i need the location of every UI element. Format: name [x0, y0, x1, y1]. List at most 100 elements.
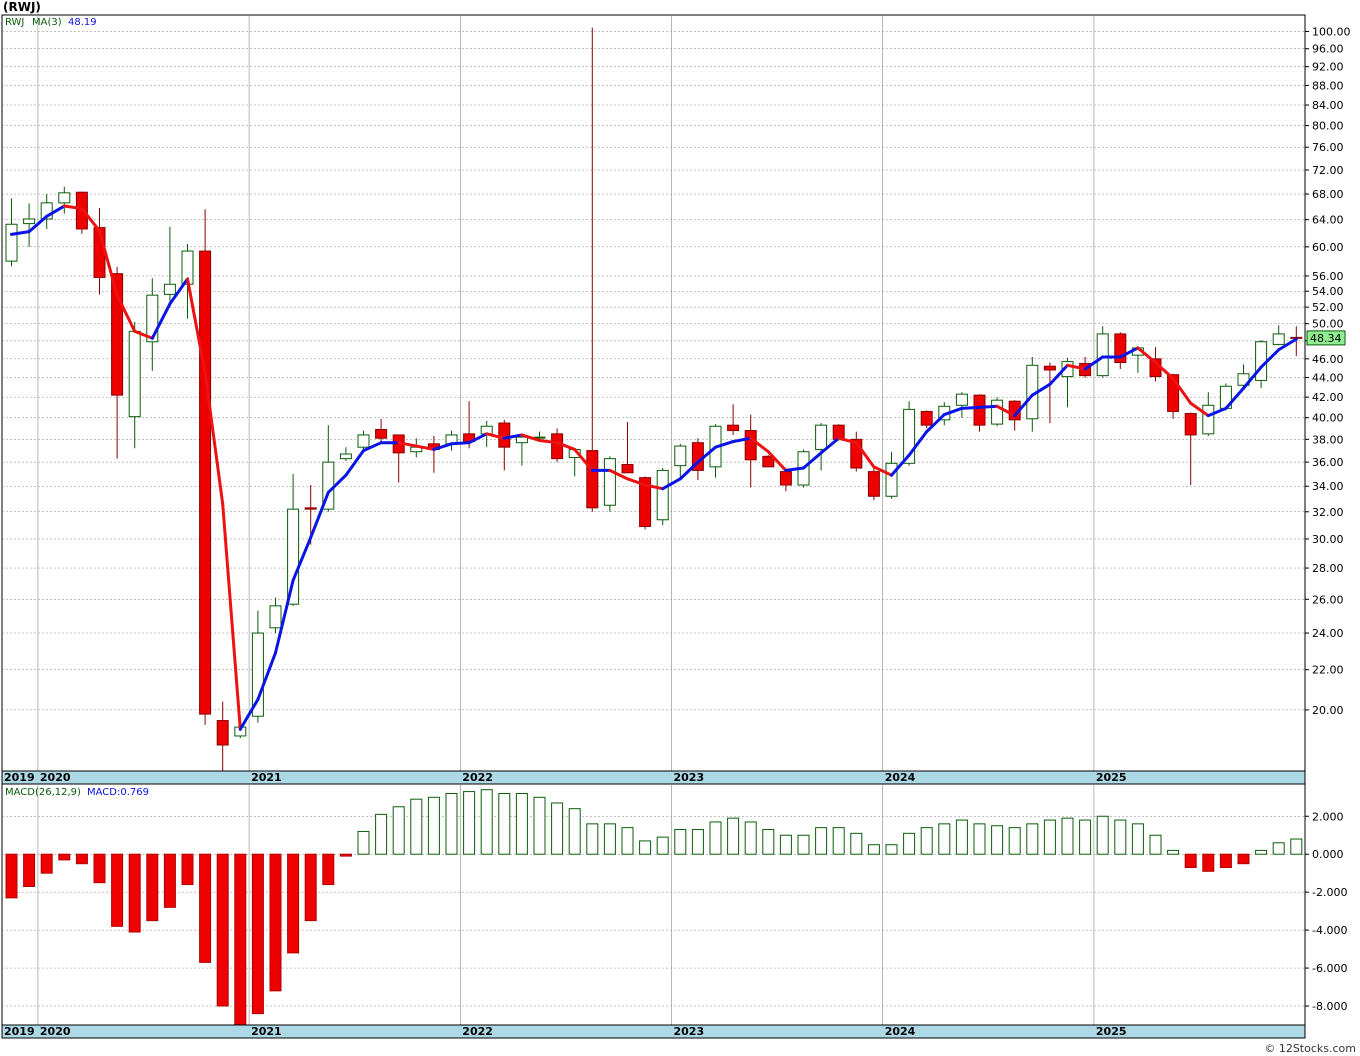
candle-body — [5, 223, 18, 262]
price-panel-border — [1, 14, 1306, 772]
candle-body — [357, 434, 370, 448]
x-tick-label: 2020 — [40, 771, 71, 784]
price-tick-label: 72.00 — [1312, 164, 1344, 177]
candle-body — [885, 462, 898, 497]
candle-body — [867, 471, 880, 497]
macd-legend-label: MACD(26,12,9) — [5, 787, 81, 798]
x-tick-label: 2020 — [40, 1025, 71, 1038]
macd-tick-label: 2.000 — [1312, 810, 1344, 823]
macd-bar — [1237, 853, 1250, 865]
macd-panel: 2.000 0.000 -2.000 -4.000 -6.000 -8.000 MACD(… — [1, 783, 1347, 1026]
macd-bar — [1272, 842, 1285, 855]
price-tick-label: 44.00 — [1312, 372, 1344, 385]
price-tick-label: 96.00 — [1312, 43, 1344, 56]
candle-body — [955, 393, 968, 406]
macd-bar — [339, 853, 352, 857]
macd-bar — [287, 853, 300, 954]
candle-body — [199, 250, 212, 715]
macd-bar — [392, 806, 405, 855]
macd-bar — [1167, 849, 1180, 855]
price-y-axis: 100.00 96.00 92.00 88.00 84.00 80.00 76.00 72.0… — [1305, 26, 1351, 717]
macd-bar — [498, 792, 511, 855]
candle-body — [815, 424, 828, 450]
candle-body — [973, 394, 986, 426]
macd-bar — [797, 834, 810, 855]
macd-bar — [850, 832, 863, 855]
price-tick-label: 42.00 — [1312, 391, 1344, 404]
candle-body — [515, 436, 528, 444]
price-tick-label: 100.00 — [1312, 26, 1351, 39]
price-tick-label: 64.00 — [1312, 214, 1344, 227]
candle-body — [1096, 333, 1109, 377]
x-tick-label: 2024 — [885, 771, 916, 784]
ma-segment — [960, 405, 981, 410]
macd-bar — [1114, 819, 1127, 855]
macd-bar — [357, 830, 370, 855]
candle-body — [216, 720, 229, 746]
legend-ticker: RWJ — [5, 17, 24, 28]
candle-body — [146, 294, 159, 343]
price-tick-label: 28.00 — [1312, 562, 1344, 575]
macd-bar — [815, 827, 828, 855]
candle-body — [744, 430, 757, 461]
candle-body — [603, 458, 616, 506]
price-tick-label: 54.00 — [1312, 285, 1344, 298]
macd-bar — [1131, 823, 1144, 855]
price-tick-label: 30.00 — [1312, 533, 1344, 546]
candle — [199, 209, 212, 725]
x-tick-label: 2022 — [462, 771, 493, 784]
macd-bar — [40, 853, 53, 874]
x-tick-label: 2025 — [1096, 1025, 1127, 1038]
price-tick-label: 68.00 — [1312, 188, 1344, 201]
candle-body — [674, 445, 687, 467]
candle-body — [1043, 365, 1056, 371]
macd-bar — [920, 827, 933, 855]
price-panel: 100.00 96.00 92.00 88.00 84.00 80.00 76.00 72.0… — [1, 14, 1351, 772]
price-tick-label: 56.00 — [1312, 270, 1344, 283]
macd-bar — [709, 821, 722, 855]
candle-body — [304, 507, 317, 510]
macd-bar — [75, 853, 88, 865]
price-tick-label: 60.00 — [1312, 241, 1344, 254]
candle-body — [23, 218, 36, 225]
macd-legend-value: MACD:0.769 — [87, 787, 149, 798]
macd-bar — [1202, 853, 1215, 872]
macd-bar — [111, 853, 124, 927]
x-tick-label: 2025 — [1096, 771, 1127, 784]
macd-y-axis: 2.000 0.000 -2.000 -4.000 -6.000 -8.000 — [1305, 810, 1347, 1013]
macd-bar — [463, 791, 476, 855]
macd-bar — [533, 796, 546, 855]
price-tick-label: 92.00 — [1312, 61, 1344, 74]
macd-bar — [779, 834, 792, 855]
price-tick-label: 26.00 — [1312, 593, 1344, 606]
price-x-axis: 2019 2020 2021 2022 2023 2024 2025 — [1, 770, 1306, 785]
candle — [603, 456, 616, 512]
price-tick-label: 24.00 — [1312, 627, 1344, 640]
price-tick-label: 40.00 — [1312, 412, 1344, 425]
price-tick-label: 50.00 — [1312, 318, 1344, 331]
price-tick-label: 38.00 — [1312, 433, 1344, 446]
macd-bar — [5, 853, 18, 899]
chart-title: (RWJ) — [3, 0, 41, 14]
macd-bar — [181, 853, 194, 886]
candle-body — [1202, 404, 1215, 435]
macd-tick-label: -8.000 — [1312, 1000, 1347, 1013]
macd-tick-label: -6.000 — [1312, 962, 1347, 975]
macd-bar — [269, 853, 282, 992]
macd-bar — [639, 840, 652, 855]
macd-bar — [199, 853, 212, 963]
candle-body — [779, 471, 792, 486]
x-tick-label: 2023 — [674, 771, 705, 784]
candle-body — [991, 399, 1004, 425]
macd-tick-label: 0.000 — [1312, 848, 1344, 861]
price-tick-label: 80.00 — [1312, 120, 1344, 133]
macd-bar — [304, 853, 317, 922]
macd-bar — [410, 798, 423, 855]
macd-bar — [1149, 834, 1162, 855]
x-tick-label: 2019 — [4, 1025, 35, 1038]
macd-bar — [234, 853, 247, 1026]
price-tick-label: 36.00 — [1312, 456, 1344, 469]
candle-body — [1184, 413, 1197, 436]
macd-bar — [832, 827, 845, 855]
candle-body — [1255, 341, 1268, 381]
